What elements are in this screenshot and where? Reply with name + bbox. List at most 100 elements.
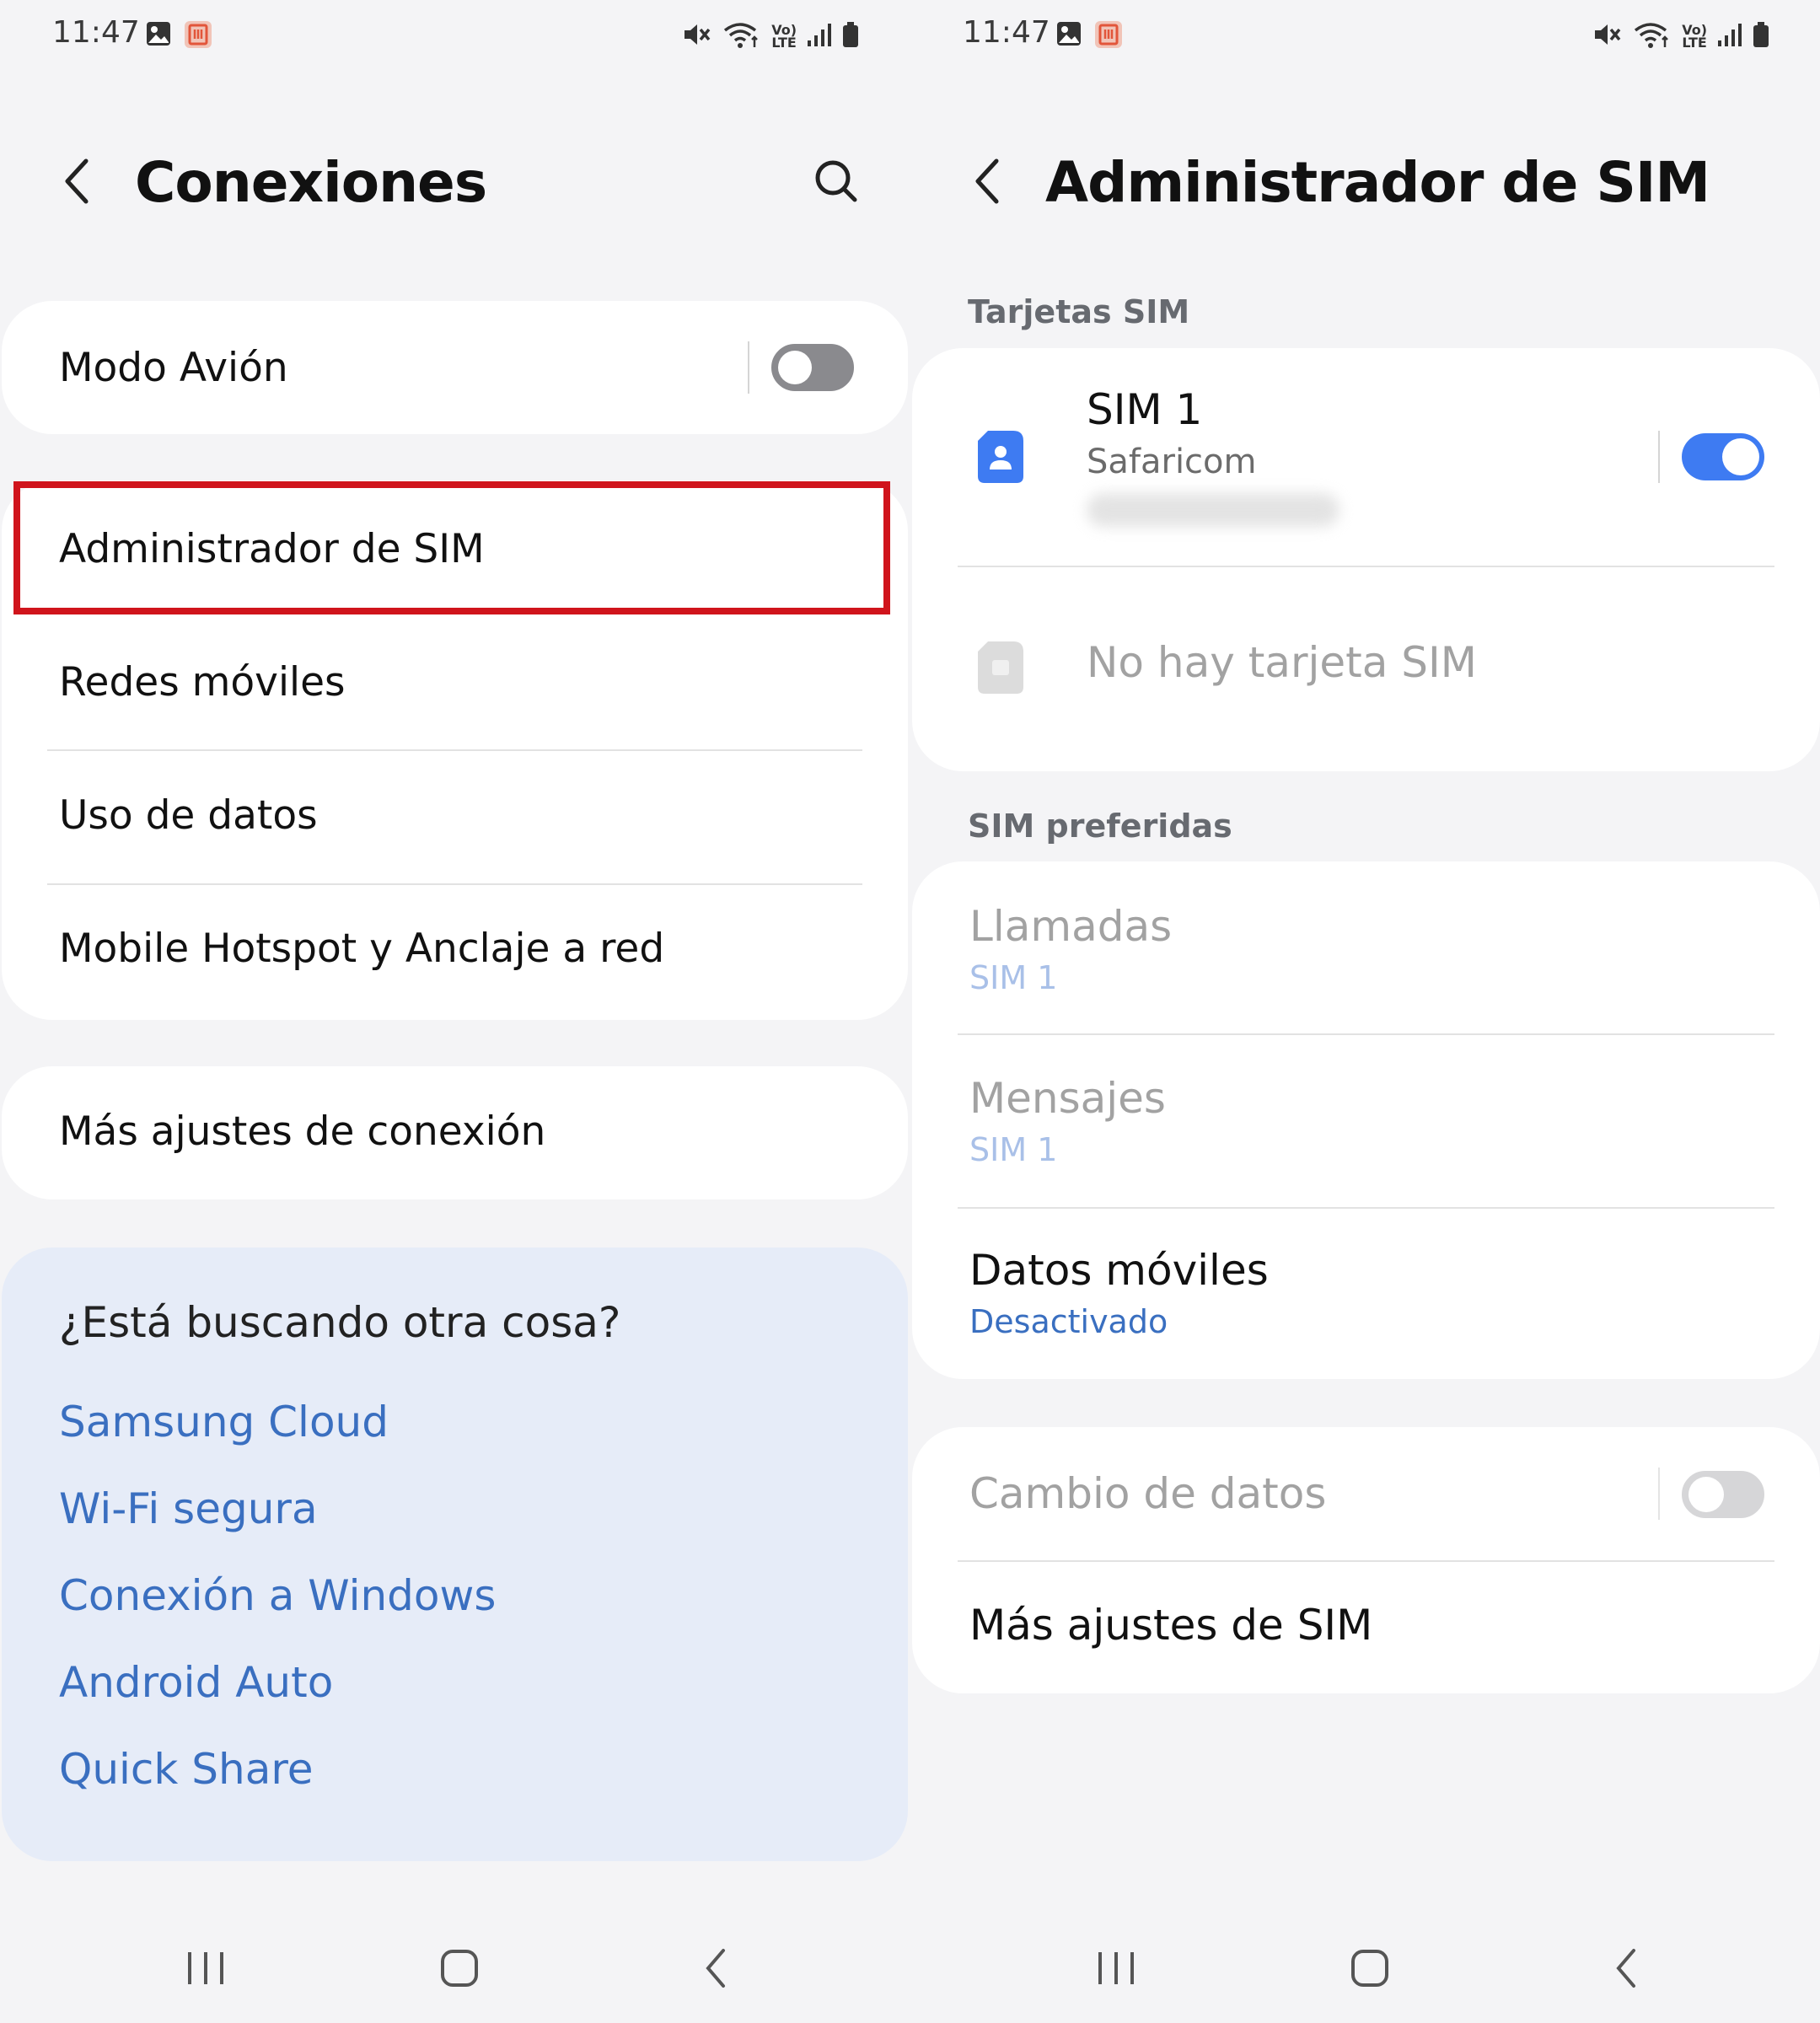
empty-sim-icon [976, 640, 1025, 699]
nav-back-icon [706, 1949, 725, 1988]
home-icon [1351, 1950, 1388, 1987]
sim1-toggle[interactable] [1682, 433, 1764, 480]
navigation-bar [910, 1930, 1820, 2006]
recent-apps-icon [188, 1952, 223, 1984]
link-samsung-cloud[interactable]: Samsung Cloud [59, 1398, 389, 1446]
more-connection-settings-item[interactable]: Más ajustes de conexión [2, 1066, 908, 1199]
recent-apps-icon [1098, 1952, 1134, 1984]
recent-apps-button[interactable] [172, 1939, 239, 1998]
battery-icon [1753, 21, 1769, 51]
toggle-knob [1688, 1477, 1724, 1512]
back-button[interactable] [963, 152, 1013, 211]
hotspot-item[interactable]: Mobile Hotspot y Anclaje a red [2, 885, 908, 1020]
sim1-carrier: Safaricom [1087, 443, 1257, 481]
highlight-box [13, 481, 890, 614]
link-wifi-segura[interactable]: Wi-Fi segura [59, 1484, 318, 1533]
data-usage-item[interactable]: Uso de datos [2, 750, 908, 883]
volte-icon: Vo) LTE [771, 24, 797, 51]
sim-card-icon [976, 429, 1025, 488]
app-header: Administrador de SIM [910, 135, 1820, 228]
data-switch-toggle [1682, 1471, 1764, 1518]
calls-label: Llamadas [969, 902, 1173, 951]
no-sim-row: No hay tarjeta SIM [912, 567, 1820, 770]
messages-row: Mensajes SIM 1 [912, 1035, 1820, 1207]
chevron-left-icon [975, 158, 999, 204]
mobile-networks-label: Redes móviles [59, 659, 346, 706]
calls-value: SIM 1 [969, 959, 1058, 996]
search-button[interactable] [807, 152, 866, 211]
status-bar: 11:47 Vo) LTE [52, 12, 859, 57]
link-android-auto[interactable]: Android Auto [59, 1658, 333, 1707]
toggle-separator [1658, 1468, 1660, 1520]
mobile-data-label: Datos móviles [969, 1246, 1269, 1295]
link-conexion-windows[interactable]: Conexión a Windows [59, 1571, 496, 1620]
sim-cards-card: SIM 1 Safaricom No hay tarjeta SIM [912, 348, 1820, 771]
status-bar: 11:47 Vo) LTE [963, 12, 1769, 57]
mute-icon [682, 20, 712, 52]
page-title: Administrador de SIM [1045, 150, 1710, 215]
nav-back-button[interactable] [1593, 1939, 1661, 1998]
messages-label: Mensajes [969, 1074, 1166, 1123]
status-icons: Vo) LTE [1592, 20, 1769, 52]
data-switch-label: Cambio de datos [969, 1469, 1327, 1518]
gallery-notification-icon [145, 20, 172, 51]
connections-screen: 11:47 Vo) LTE Conexiones Modo Avión Admi… [0, 0, 910, 2023]
more-connection-settings-label: Más ajustes de conexión [59, 1108, 546, 1155]
calls-row: Llamadas SIM 1 [912, 861, 1820, 1033]
more-sim-settings-label: Más ajustes de SIM [969, 1601, 1373, 1650]
sim1-name: SIM 1 [1087, 385, 1203, 434]
signal-icon [807, 22, 832, 51]
sim-manager-screen: 11:47 Vo) LTE Administrador de SIM Tarje… [910, 0, 1820, 2023]
recent-apps-button[interactable] [1082, 1939, 1150, 1998]
link-quick-share[interactable]: Quick Share [59, 1745, 314, 1794]
home-icon [441, 1950, 478, 1987]
suggestions-title: ¿Está buscando otra cosa? [59, 1298, 621, 1347]
section-label-preferred-sim: SIM preferidas [968, 808, 1232, 845]
data-switch-row: Cambio de datos [912, 1427, 1820, 1560]
status-time: 11:47 [52, 15, 140, 50]
toggle-separator [1658, 431, 1660, 483]
mobile-data-value: Desactivado [969, 1303, 1168, 1340]
toggle-separator [748, 341, 749, 394]
mobile-data-row[interactable]: Datos móviles Desactivado [912, 1209, 1820, 1379]
battery-icon [842, 21, 859, 51]
status-icons: Vo) LTE [682, 20, 859, 52]
page-title: Conexiones [135, 150, 487, 215]
signal-icon [1717, 22, 1742, 51]
lte-label: LTE [771, 35, 797, 51]
hotspot-label: Mobile Hotspot y Anclaje a red [59, 926, 665, 972]
volte-icon: Vo) LTE [1682, 24, 1707, 51]
navigation-bar [0, 1930, 910, 2006]
airplane-mode-toggle[interactable] [771, 344, 854, 391]
chevron-left-icon [65, 158, 89, 204]
sim1-row[interactable]: SIM 1 Safaricom [912, 348, 1820, 566]
search-icon [815, 160, 857, 202]
more-settings-card: Más ajustes de conexión [2, 1066, 908, 1199]
mute-icon [1592, 20, 1623, 52]
back-button[interactable] [52, 152, 103, 211]
airplane-mode-label: Modo Avión [59, 345, 288, 391]
airplane-mode-row[interactable]: Modo Avión [2, 301, 908, 434]
wifi-icon [722, 20, 761, 52]
section-label-sim-cards: Tarjetas SIM [968, 293, 1190, 330]
app-notification-icon [1094, 20, 1123, 52]
data-usage-label: Uso de datos [59, 792, 318, 839]
app-notification-icon [184, 20, 212, 52]
home-button[interactable] [426, 1939, 493, 1998]
gallery-notification-icon [1055, 20, 1082, 51]
more-sim-settings-item[interactable]: Más ajustes de SIM [912, 1562, 1820, 1693]
messages-value: SIM 1 [969, 1131, 1058, 1168]
toggle-knob [1722, 438, 1759, 475]
wifi-icon [1633, 20, 1672, 52]
suggestions-card: ¿Está buscando otra cosa? Samsung Cloud … [2, 1248, 908, 1861]
app-header: Conexiones [0, 135, 910, 228]
airplane-mode-card: Modo Avión [2, 301, 908, 434]
redacted-number [1087, 493, 1339, 527]
mobile-networks-item[interactable]: Redes móviles [2, 615, 908, 750]
lte-label: LTE [1682, 35, 1707, 51]
nav-back-button[interactable] [683, 1939, 750, 1998]
toggle-knob [778, 351, 812, 384]
no-sim-label: No hay tarjeta SIM [1087, 638, 1477, 687]
data-switch-card: Cambio de datos Más ajustes de SIM [912, 1427, 1820, 1693]
home-button[interactable] [1336, 1939, 1404, 1998]
